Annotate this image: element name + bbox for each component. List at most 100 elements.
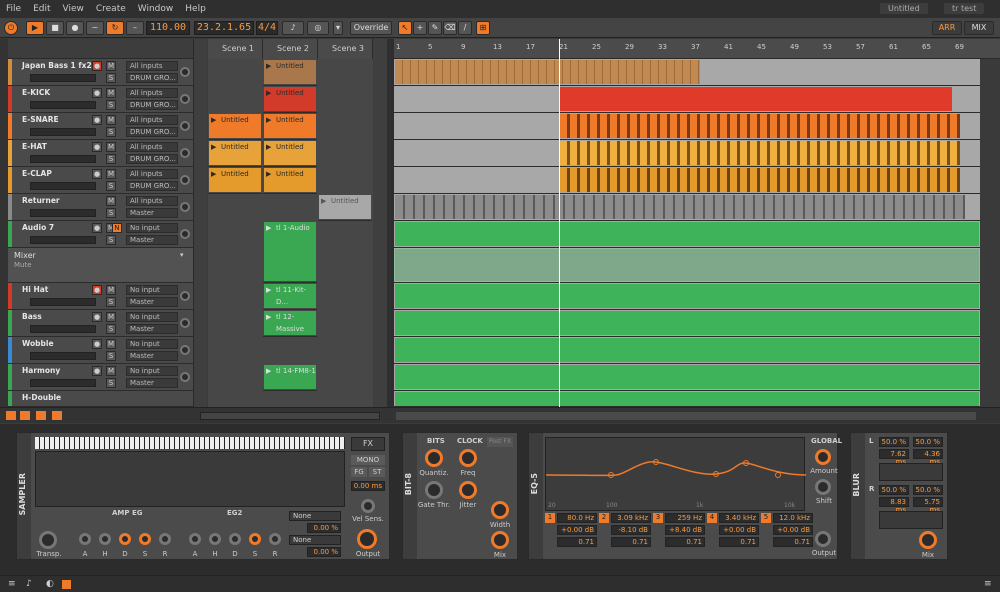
track-name[interactable]: Hi Hat <box>22 285 48 294</box>
track-name[interactable]: Audio 7 <box>22 223 54 232</box>
band-q-field[interactable]: 0.71 <box>557 537 597 547</box>
scene-3-header[interactable]: Scene 3 <box>318 39 373 59</box>
clip-slot[interactable]: tl 1-Audio <box>263 221 317 283</box>
clip[interactable]: Untitled <box>209 114 261 138</box>
input-select[interactable]: No input <box>126 366 178 376</box>
eg2-release-knob[interactable] <box>269 533 281 545</box>
output-select[interactable]: DRUM GRO... <box>126 100 178 110</box>
arranger-clip[interactable] <box>395 311 979 335</box>
scene-2-header[interactable]: Scene 2 <box>263 39 318 59</box>
record-arm-button[interactable]: ● <box>92 61 102 71</box>
output-select[interactable]: Master <box>126 208 178 218</box>
volume-fader[interactable] <box>30 182 96 190</box>
clip-slot[interactable]: Untitled <box>208 113 262 140</box>
pan-knob[interactable] <box>180 318 190 328</box>
pan-knob[interactable] <box>180 229 190 239</box>
stop-button[interactable]: ■ <box>46 21 64 35</box>
launcher-scroll-column[interactable] <box>373 39 387 423</box>
input-select[interactable]: All inputs <box>126 88 178 98</box>
record-arm-button[interactable]: ● <box>92 223 102 233</box>
input-select[interactable]: All inputs <box>126 142 178 152</box>
horizontal-scrollbar[interactable] <box>200 412 380 420</box>
band-gain-field[interactable]: +0.00 dB <box>719 525 759 535</box>
mod-amount-field-2[interactable]: 0.00 % <box>307 547 341 557</box>
solo-button[interactable]: S <box>106 297 116 307</box>
menu-icon[interactable]: ≡ <box>984 579 992 589</box>
groove-icon[interactable]: ◎ <box>307 21 329 35</box>
clip[interactable]: tl 14-FM8-1 <box>264 365 316 389</box>
gate-threshold-knob[interactable] <box>425 481 443 499</box>
blur-mix-knob[interactable] <box>919 531 937 549</box>
record-arm-button[interactable]: ● <box>92 366 102 376</box>
blur-r-field[interactable]: 8.83 ms <box>879 497 909 514</box>
blur-l-field[interactable]: 50.0 % <box>879 437 909 447</box>
freq-knob[interactable] <box>459 449 477 467</box>
solo-button[interactable]: S <box>106 351 116 361</box>
arranger-lane[interactable] <box>394 337 980 364</box>
clip-slot[interactable]: Untitled <box>263 140 317 167</box>
volume-fader[interactable] <box>30 298 96 306</box>
note-icon[interactable]: ♪ <box>26 579 32 589</box>
time-select-icon[interactable]: + <box>413 21 427 35</box>
band-freq-field[interactable]: 3.09 kHz <box>611 513 651 523</box>
record-arm-button[interactable]: ● <box>92 88 102 98</box>
eraser-tool-icon[interactable]: ⌫ <box>443 21 457 35</box>
volume-fader[interactable] <box>30 379 96 387</box>
sustain-knob[interactable] <box>139 533 151 545</box>
modulation-source-select[interactable]: None <box>289 511 341 521</box>
output-select[interactable]: DRUM GRO... <box>126 127 178 137</box>
blur-r-field[interactable]: 50.0 % <box>879 485 909 495</box>
record-arm-button[interactable]: ● <box>92 312 102 322</box>
zoom-tool-icon[interactable]: ⊞ <box>476 21 490 35</box>
decay-knob[interactable] <box>119 533 131 545</box>
bit8-title-bar[interactable]: BIT-8 <box>403 433 417 559</box>
band-q-field[interactable]: 0.71 <box>773 537 813 547</box>
track-name[interactable]: Wobble <box>22 339 54 348</box>
output-select[interactable]: Master <box>126 324 178 334</box>
time-signature[interactable]: 4/4 <box>256 21 278 35</box>
sample-map[interactable] <box>35 451 345 507</box>
power-icon[interactable]: ⏻ <box>4 21 18 35</box>
automation-icon[interactable]: ~ <box>86 21 104 35</box>
arranger-lane[interactable] <box>394 86 980 113</box>
track-name[interactable]: H-Double <box>22 393 61 402</box>
track-header[interactable]: Returner M S All inputs Master <box>8 194 193 221</box>
pan-knob[interactable] <box>180 372 190 382</box>
clip-slot[interactable]: Untitled <box>208 167 262 194</box>
track-name[interactable]: Bass <box>22 312 42 321</box>
arranger-clip[interactable] <box>560 168 960 192</box>
clip[interactable]: Untitled <box>209 141 261 165</box>
band-number[interactable]: 5 <box>761 513 771 523</box>
vertical-scrollbar[interactable] <box>980 59 1000 407</box>
arranger-clip[interactable] <box>395 284 979 308</box>
volume-fader[interactable] <box>30 236 96 244</box>
pan-knob[interactable] <box>180 121 190 131</box>
record-arm-button[interactable]: ● <box>92 142 102 152</box>
band-q-field[interactable]: 0.71 <box>611 537 651 547</box>
pan-knob[interactable] <box>180 175 190 185</box>
bit8-mix-knob[interactable] <box>491 531 509 549</box>
solo-button[interactable]: S <box>106 324 116 334</box>
volume-fader[interactable] <box>30 101 96 109</box>
eq-graph[interactable]: 20 100 1k 10k <box>545 437 807 511</box>
track-name[interactable]: E-SNARE <box>22 115 59 124</box>
input-select[interactable]: All inputs <box>126 169 178 179</box>
automation-icon[interactable] <box>52 411 62 420</box>
volume-fader[interactable] <box>30 128 96 136</box>
arranger-clip[interactable] <box>560 114 960 138</box>
blur-l-field[interactable]: 7.62 ms <box>879 449 909 466</box>
pan-knob[interactable] <box>180 148 190 158</box>
pan-knob[interactable] <box>180 94 190 104</box>
solo-button[interactable]: S <box>106 73 116 83</box>
tab-untitled[interactable]: Untitled <box>880 3 928 14</box>
pointer-tool-icon[interactable]: ↖ <box>398 21 412 35</box>
menu-create[interactable]: Create <box>90 4 132 14</box>
mix-view-button[interactable]: MIX <box>964 21 994 35</box>
device-panel-icon[interactable] <box>62 580 71 589</box>
vel-sens-knob[interactable] <box>361 499 375 513</box>
arranger-lane[interactable] <box>394 167 980 194</box>
band-gain-field[interactable]: +0.00 dB <box>773 525 813 535</box>
clip[interactable]: Untitled <box>319 195 371 219</box>
arranger-clip[interactable] <box>560 87 952 111</box>
output-select[interactable]: DRUM GRO... <box>126 73 178 83</box>
